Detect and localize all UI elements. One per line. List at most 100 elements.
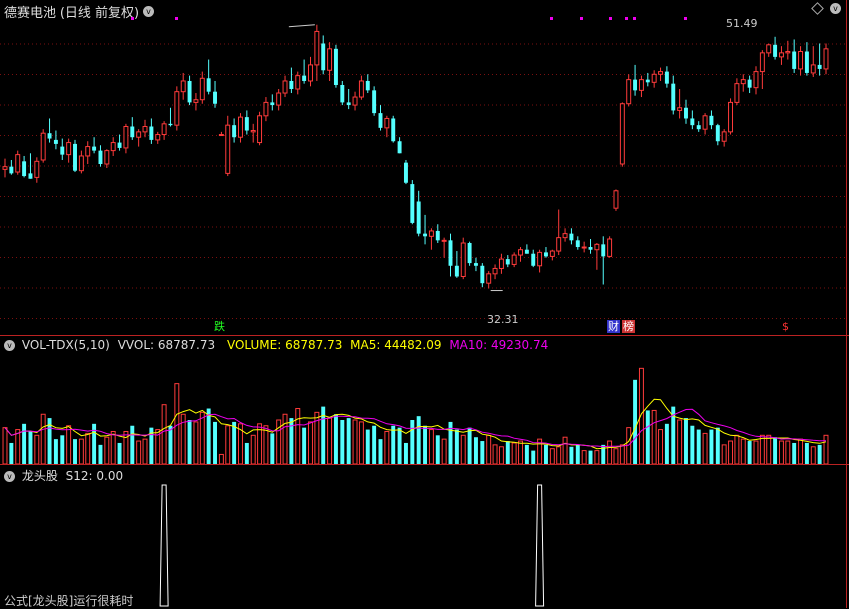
candle — [684, 99, 688, 124]
volume-bar — [531, 450, 536, 464]
volume-bar — [524, 444, 529, 464]
low-price-label: 32.31 — [487, 313, 519, 326]
volume-bar — [53, 439, 58, 464]
event-tag-finance[interactable]: 财 — [607, 320, 620, 333]
volume-bar — [728, 440, 734, 465]
candle — [601, 236, 606, 285]
indicator-chart[interactable] — [0, 465, 849, 608]
candle — [250, 123, 256, 143]
candle — [467, 241, 472, 266]
candle — [740, 74, 746, 92]
candle-body — [15, 154, 21, 173]
candle-body — [372, 90, 377, 114]
volume-bar — [594, 450, 600, 465]
candle — [403, 159, 408, 185]
candle — [73, 139, 77, 173]
volume-chart[interactable] — [0, 336, 849, 465]
candle-body — [22, 161, 27, 177]
candle — [677, 89, 683, 119]
candle-body — [238, 116, 243, 138]
candle — [340, 80, 345, 106]
candle — [638, 75, 644, 98]
volume-bar — [250, 434, 256, 465]
stock-name: 德赛电池 — [4, 6, 57, 21]
candle — [594, 243, 600, 270]
candle — [416, 190, 421, 237]
candle-body — [73, 143, 77, 171]
candle — [174, 86, 180, 131]
candle-body — [117, 142, 122, 148]
candle-body — [435, 230, 440, 241]
candle-body — [66, 142, 72, 156]
candle — [619, 102, 625, 167]
candle-body — [174, 91, 180, 126]
candle-body — [327, 48, 333, 71]
candlestick-chart[interactable] — [0, 0, 849, 336]
volume-bar — [619, 444, 625, 465]
candle — [607, 236, 613, 258]
candle — [142, 119, 148, 138]
volume-bar — [410, 420, 415, 464]
ma5-value: MA5: 44482.09 — [350, 338, 442, 352]
candle — [346, 89, 351, 110]
candle — [358, 75, 364, 100]
volume-bar — [225, 425, 231, 465]
chevron-down-icon[interactable]: v — [4, 471, 15, 482]
candle — [276, 89, 282, 111]
volume-panel[interactable]: v VOL-TDX(5,10) VVOL: 68787.73 VOLUME: 6… — [0, 336, 849, 465]
candle-body — [537, 251, 543, 267]
candle — [2, 158, 8, 178]
candle-body — [798, 51, 804, 70]
candle — [658, 67, 664, 81]
volume-bar — [651, 409, 657, 465]
settings-chevron-icon[interactable]: v — [830, 3, 841, 14]
volume-bar — [199, 411, 205, 465]
candle-body — [817, 64, 822, 69]
volume-bar — [626, 427, 632, 465]
candle — [9, 159, 14, 175]
candle-body — [410, 184, 415, 223]
chevron-down-icon[interactable]: v — [142, 6, 154, 17]
volume-bar — [486, 434, 492, 465]
candle-body — [664, 71, 669, 84]
candle-body — [346, 102, 351, 106]
candle-body — [531, 253, 536, 266]
candle — [480, 263, 485, 288]
candle-body — [448, 240, 453, 266]
candle — [423, 214, 428, 245]
candle-body — [581, 246, 587, 249]
indicator-pulse — [159, 484, 169, 607]
price-chart-panel[interactable]: 德赛电池 (日线 前复权) v v 51.49 32.31 跌 财 榜 $ — [0, 0, 849, 336]
event-tag-dollar[interactable]: $ — [781, 320, 790, 333]
event-tag-ranking[interactable]: 榜 — [622, 320, 635, 333]
candle — [728, 98, 734, 135]
candle — [511, 252, 517, 268]
chevron-down-icon[interactable]: v — [4, 340, 15, 351]
volume-bar — [117, 442, 122, 464]
candle-body — [295, 75, 301, 90]
indicator-panel[interactable]: v 龙头股 S12: 0.00 — [0, 465, 849, 608]
candle — [206, 59, 211, 95]
candle — [22, 155, 27, 178]
candle-body — [213, 91, 217, 104]
volume-bar — [206, 408, 211, 464]
volume-bar — [2, 427, 8, 465]
candle — [352, 91, 358, 111]
candle-body — [397, 141, 402, 154]
event-tag-fall[interactable]: 跌 — [213, 320, 226, 333]
candle-body — [645, 79, 650, 83]
volume-bar — [161, 404, 167, 465]
volume-bar — [773, 437, 778, 464]
volume-bar — [721, 444, 727, 465]
volume-indicator-name: VOL-TDX(5,10) — [21, 338, 110, 352]
candle-body — [92, 146, 97, 151]
volume-bar — [766, 434, 772, 465]
volume-bar — [810, 446, 816, 465]
volume-bar — [340, 420, 345, 464]
candle-body — [810, 64, 816, 74]
volume-bar — [581, 450, 587, 465]
volume-bar — [607, 440, 613, 465]
candle-body — [626, 79, 632, 105]
volume-bar — [435, 435, 440, 464]
volume-bar — [460, 434, 466, 465]
